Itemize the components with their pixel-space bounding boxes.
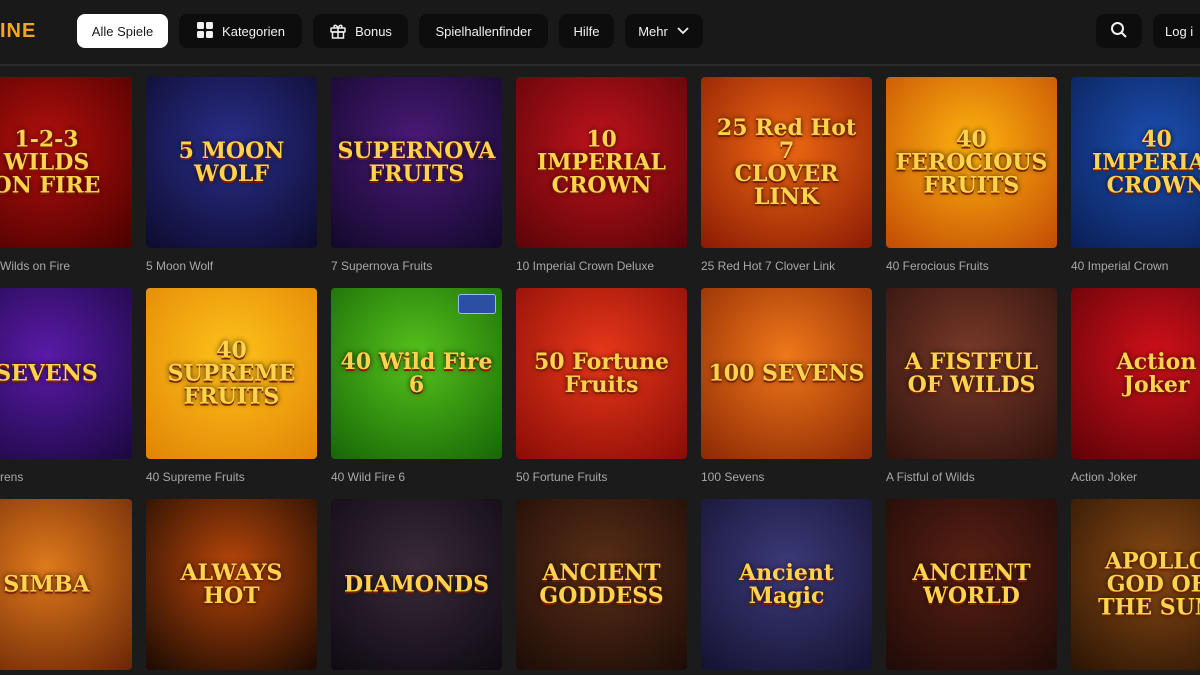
game-tile[interactable]: APOLLO GOD OF THE SUN (1071, 499, 1200, 670)
game-tile[interactable]: ANCIENT WORLD (886, 499, 1057, 670)
game-title[interactable]: 40 Wild Fire 6 (331, 470, 502, 484)
game-logo-text: 50 Fortune Fruits (533, 348, 670, 398)
search-icon (1110, 21, 1128, 42)
jackpot-badge-icon (458, 294, 496, 314)
game-title[interactable]: 40 Imperial Crown (1071, 259, 1200, 273)
game-logo-text: Action Joker (1116, 348, 1197, 398)
game-tile[interactable]: A FISTFUL OF WILDS (886, 288, 1057, 459)
game-tile[interactable]: SIMBA (0, 499, 132, 670)
game-tile[interactable]: DIAMONDS (331, 499, 502, 670)
nav-help-label: Hilfe (573, 23, 600, 39)
game-title[interactable]: 5 Moon Wolf (146, 259, 317, 273)
game-logo-text: SUPERNOVA FRUITS (337, 137, 496, 187)
game-logo-text: 25 Red Hot 7 CLOVER LINK (716, 114, 857, 210)
nav-hall-finder-button[interactable]: Spielhallenfinder (419, 14, 548, 48)
game-tile[interactable]: 40 SUPREME FRUITS (146, 288, 317, 459)
game-logo-text: 40 SUPREME FRUITS (167, 336, 296, 410)
chevron-down-icon (676, 23, 690, 40)
game-tile[interactable]: Ancient Magic (701, 499, 872, 670)
game-logo-text: SIMBA (3, 570, 90, 597)
game-logo-text: Ancient Magic (739, 559, 834, 609)
nav-help-button[interactable]: Hilfe (559, 14, 614, 48)
game-tile[interactable]: 10 IMPERIAL CROWN (516, 77, 687, 248)
game-tile[interactable]: ALWAYS HOT (146, 499, 317, 670)
game-logo-text: 10 IMPERIAL CROWN (536, 125, 667, 199)
game-title[interactable]: 40 Ferocious Fruits (886, 259, 1057, 273)
nav-categories-label: Kategorien (222, 23, 285, 39)
game-logo-text: ANCIENT GODDESS (539, 559, 664, 609)
game-logo-text: 40 FEROCIOUS FRUITS (895, 125, 1048, 199)
login-button[interactable]: Log i (1153, 14, 1200, 48)
game-title[interactable]: 40 Supreme Fruits (146, 470, 317, 484)
game-tile[interactable]: 40 Wild Fire 6 (331, 288, 502, 459)
game-title[interactable]: 100 Sevens (701, 470, 872, 484)
game-logo-text: 40 Wild Fire 6 (340, 348, 493, 398)
game-logo-text: SEVENS (0, 359, 98, 386)
game-title[interactable]: A Fistful of Wilds (886, 470, 1057, 484)
game-tile[interactable]: 25 Red Hot 7 CLOVER LINK (701, 77, 872, 248)
game-logo-text: 40 IMPERIAL CROWN (1091, 125, 1200, 199)
top-navigation-bar: INE Alle Spiele Kategorien Bonus Spielha… (0, 0, 1200, 66)
nav-categories-button[interactable]: Kategorien (179, 14, 302, 48)
game-logo-text: 5 MOON WOLF (178, 137, 285, 187)
nav-more-dropdown[interactable]: Mehr (625, 14, 703, 48)
game-title[interactable]: 7 Supernova Fruits (331, 259, 502, 273)
search-button[interactable] (1096, 14, 1142, 48)
game-logo-text: ANCIENT WORLD (912, 559, 1031, 609)
game-tile[interactable]: 100 SEVENS (701, 288, 872, 459)
grid-icon (196, 21, 214, 42)
game-logo-text: A FISTFUL OF WILDS (904, 348, 1039, 398)
game-title[interactable]: Action Joker (1071, 470, 1200, 484)
game-tile[interactable]: 50 Fortune Fruits (516, 288, 687, 459)
game-tile[interactable]: 40 IMPERIAL CROWN (1071, 77, 1200, 248)
nav-bonus-label: Bonus (355, 23, 392, 39)
game-title[interactable]: 25 Red Hot 7 Clover Link (701, 259, 872, 273)
gift-icon (329, 21, 347, 42)
game-logo-text: DIAMONDS (343, 570, 490, 597)
game-logo-text: 1-2-3 WILDS ON FIRE (0, 125, 101, 199)
game-tile[interactable]: ANCIENT GODDESS (516, 499, 687, 670)
login-label: Log i (1165, 23, 1194, 39)
game-tile[interactable]: 1-2-3 WILDS ON FIRE (0, 77, 132, 248)
nav-all-games-label: Alle Spiele (91, 23, 154, 39)
game-logo-text: 100 SEVENS (708, 359, 865, 386)
game-title[interactable]: 50 Fortune Fruits (516, 470, 687, 484)
nav-all-games-button[interactable]: Alle Spiele (77, 14, 168, 48)
game-tile[interactable]: SEVENS (0, 288, 132, 459)
game-logo-text: ALWAYS HOT (180, 559, 283, 609)
game-title[interactable]: 10 Imperial Crown Deluxe (516, 259, 687, 273)
nav-bonus-button[interactable]: Bonus (313, 14, 408, 48)
game-tile[interactable]: SUPERNOVA FRUITS (331, 77, 502, 248)
game-tile[interactable]: 5 MOON WOLF (146, 77, 317, 248)
game-tile[interactable]: 40 FEROCIOUS FRUITS (886, 77, 1057, 248)
game-logo-text: APOLLO GOD OF THE SUN (1098, 547, 1200, 621)
nav-hall-finder-label: Spielhallenfinder (435, 23, 532, 39)
nav-more-label: Mehr (638, 23, 668, 39)
game-tile[interactable]: Action Joker (1071, 288, 1200, 459)
brand-logo[interactable]: INE (0, 20, 36, 43)
